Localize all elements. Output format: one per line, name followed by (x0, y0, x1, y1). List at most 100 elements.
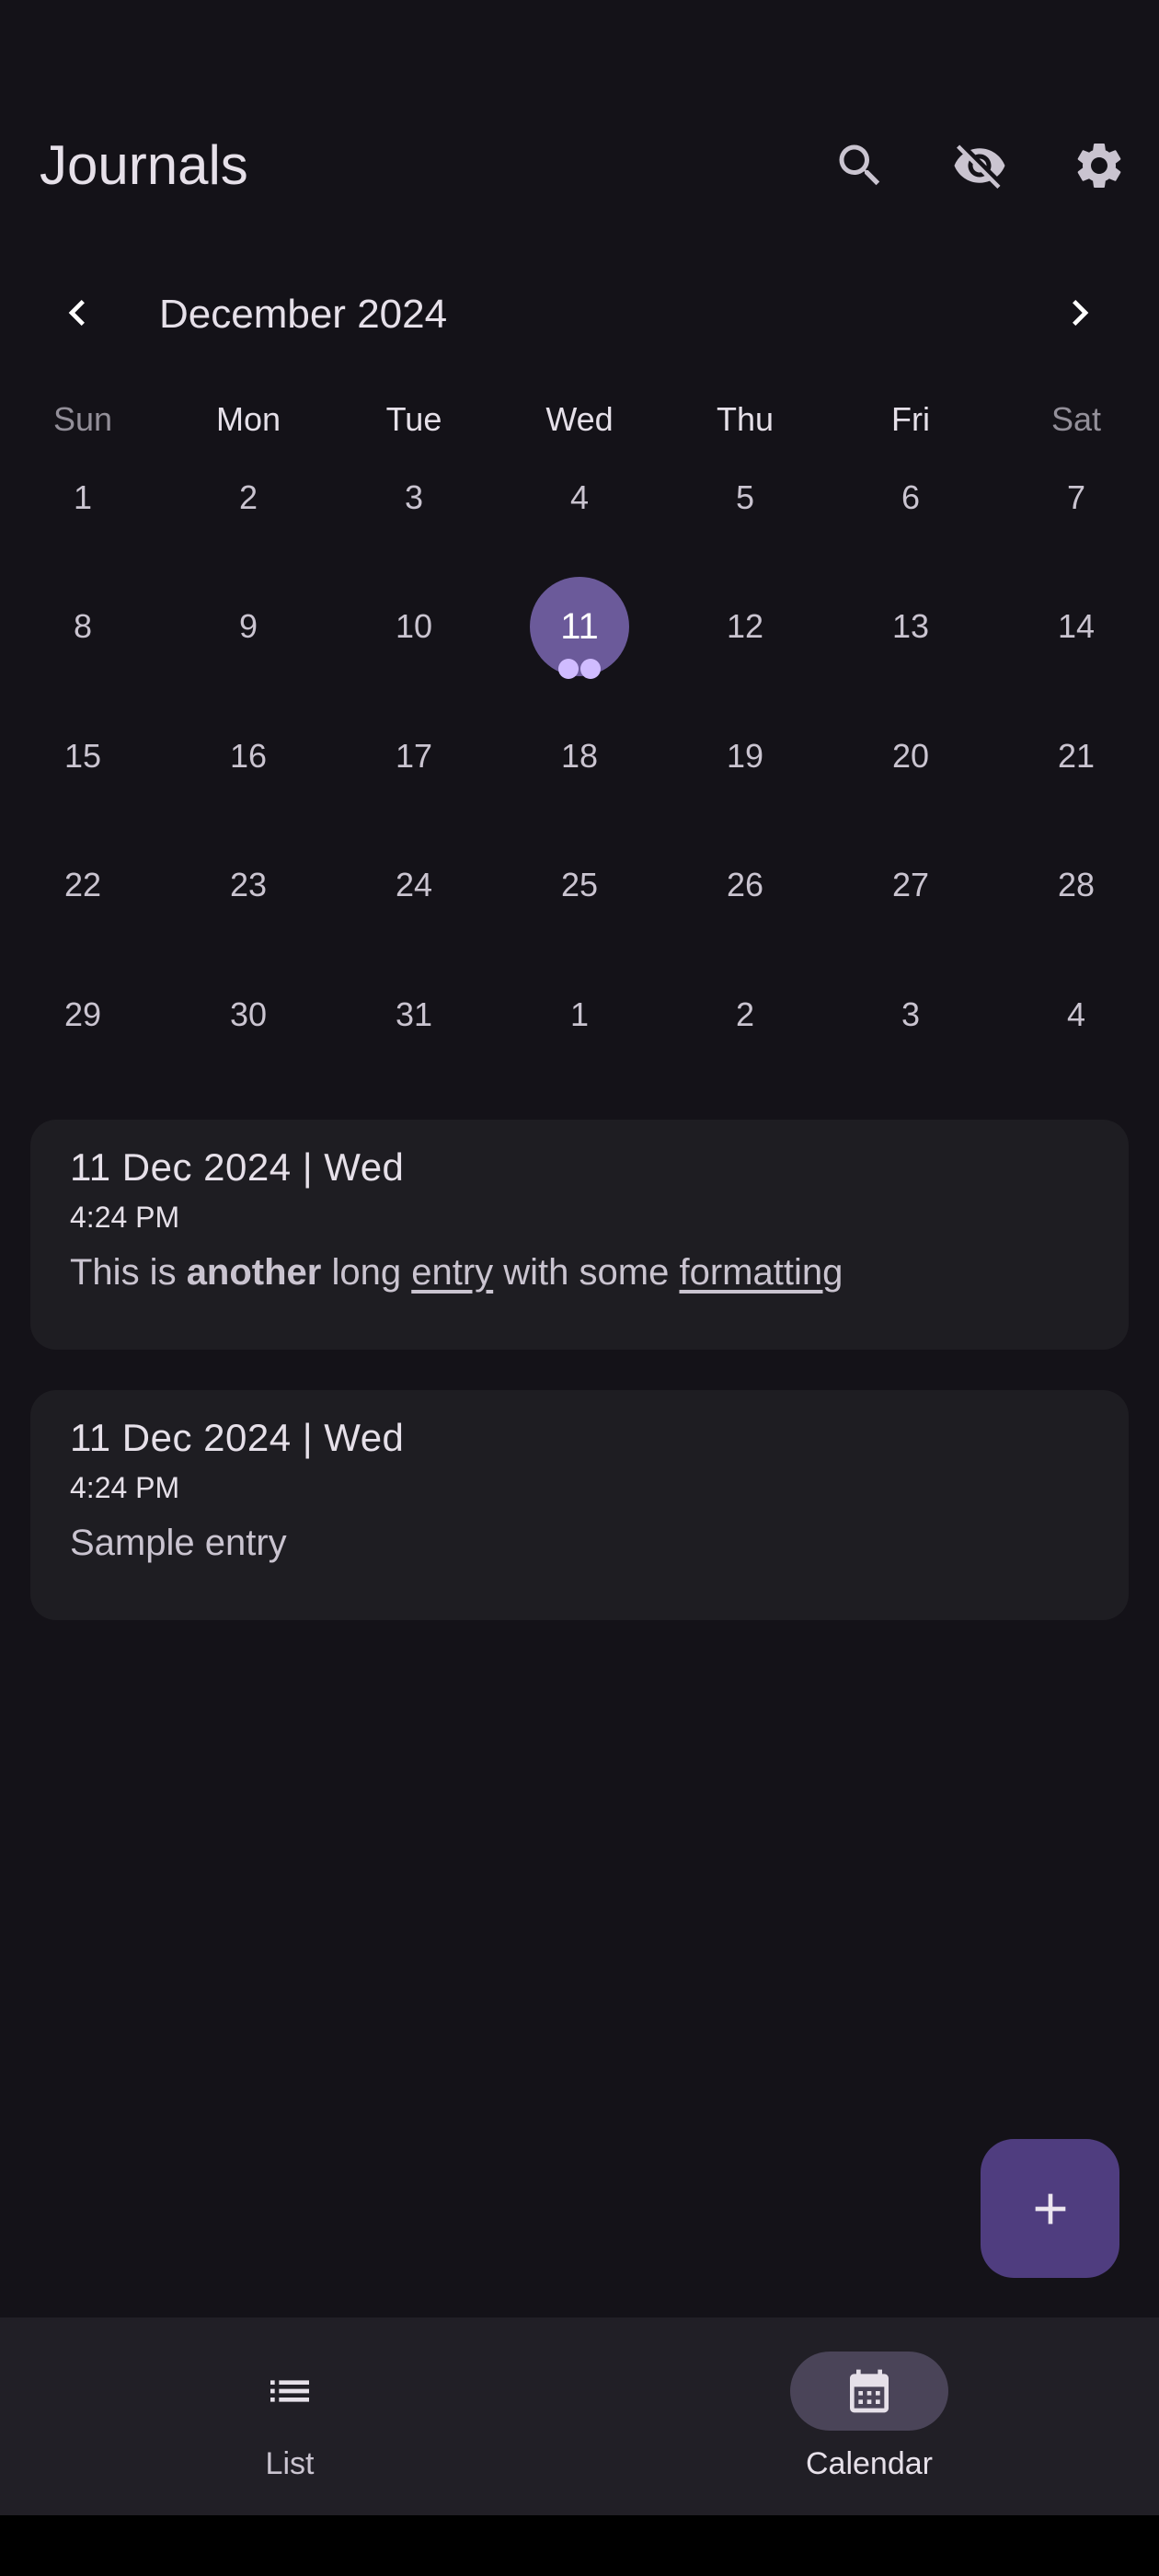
calendar-day[interactable]: 1 (497, 964, 662, 1065)
day-number: 22 (63, 866, 102, 903)
chevron-left-icon (68, 300, 85, 326)
app-title: Journals (40, 134, 248, 196)
day-number: 19 (726, 737, 764, 775)
day-number: 23 (229, 866, 268, 903)
calendar-day[interactable]: 27 (828, 834, 993, 936)
calendar-day[interactable]: 7 (993, 447, 1159, 548)
nav-label: Calendar (806, 2446, 933, 2481)
day-number: 29 (63, 995, 102, 1033)
calendar-day[interactable]: 29 (0, 964, 166, 1065)
calendar-day[interactable]: 2 (662, 964, 828, 1065)
month-navigation: December 2024 (0, 276, 1159, 350)
nav-indicator-active (790, 2352, 948, 2431)
calendar-day[interactable]: 1 (0, 447, 166, 548)
nav-item-calendar[interactable]: Calendar (580, 2317, 1159, 2515)
calendar-icon (850, 2369, 889, 2413)
calendar-day[interactable]: 9 (166, 576, 331, 677)
weekday-label: Mon (215, 400, 281, 438)
day-number: 16 (229, 737, 268, 775)
calendar-day[interactable]: 23 (166, 834, 331, 936)
calendar-day[interactable]: 4 (993, 964, 1159, 1065)
weekday-label: Thu (716, 400, 775, 438)
calendar-day[interactable]: 19 (662, 706, 828, 807)
calendar-day[interactable]: 21 (993, 706, 1159, 807)
calendar-day[interactable]: 4 (497, 447, 662, 548)
list-icon (270, 2380, 309, 2402)
top-app-bar: Journals (0, 110, 1159, 221)
day-number: 17 (395, 737, 433, 775)
day-number: 1 (73, 478, 93, 516)
weekday-label: Sun (52, 400, 113, 438)
day-number: 11 (560, 606, 599, 647)
day-number: 4 (1066, 995, 1086, 1033)
entry-body-bold: another (186, 1252, 322, 1293)
previous-month-button[interactable] (44, 280, 110, 346)
calendar-day[interactable]: 24 (331, 834, 497, 936)
calendar-day[interactable]: 5 (662, 447, 828, 548)
day-number: 14 (1057, 607, 1096, 645)
calendar-day[interactable]: 18 (497, 706, 662, 807)
calendar-day[interactable]: 16 (166, 706, 331, 807)
day-number: 5 (735, 478, 755, 516)
calendar-day-selected[interactable]: 11 (497, 576, 662, 679)
entry-date: 11 Dec 2024 | Wed (70, 1416, 405, 1459)
entry-body: Sample entry (70, 1523, 287, 1563)
day-number: 31 (395, 995, 433, 1033)
calendar-day[interactable]: 30 (166, 964, 331, 1065)
calendar-day[interactable]: 26 (662, 834, 828, 936)
calendar-day[interactable]: 3 (331, 447, 497, 548)
visibility-toggle-button[interactable] (947, 133, 1012, 198)
calendar-day[interactable]: 3 (828, 964, 993, 1065)
nav-item-list[interactable]: List (0, 2317, 580, 2515)
calendar-day[interactable]: 10 (331, 576, 497, 677)
calendar-day[interactable]: 25 (497, 834, 662, 936)
calendar-day[interactable]: 14 (993, 576, 1159, 677)
add-entry-button[interactable] (981, 2139, 1119, 2278)
weekday-header: Sun Mon Tue Wed Thu Fri Sat (0, 396, 1159, 443)
calendar-day[interactable]: 8 (0, 576, 166, 677)
journal-entry-card[interactable]: 11 Dec 2024 | Wed 4:24 PM Sample entry (30, 1390, 1129, 1620)
nav-indicator (211, 2352, 369, 2431)
search-button[interactable] (828, 133, 892, 198)
day-number: 13 (891, 607, 930, 645)
entry-time: 4:24 PM (70, 1201, 180, 1234)
day-number: 12 (726, 607, 764, 645)
plus-icon (1035, 2193, 1065, 2224)
day-number: 7 (1066, 478, 1086, 516)
entry-time: 4:24 PM (70, 1471, 180, 1504)
calendar-day[interactable]: 6 (828, 447, 993, 548)
entry-body-text: long (321, 1252, 412, 1293)
day-number: 21 (1057, 737, 1096, 775)
calendar-day[interactable]: 17 (331, 706, 497, 807)
weekday-label: Fri (891, 400, 930, 438)
weekday-label: Tue (385, 400, 442, 438)
calendar-day[interactable]: 12 (662, 576, 828, 677)
entry-date: 11 Dec 2024 | Wed (70, 1145, 405, 1189)
calendar-day[interactable]: 31 (331, 964, 497, 1065)
gear-icon (1077, 144, 1121, 188)
next-month-button[interactable] (1047, 280, 1113, 346)
journals-app: Journals December 2024 Sun Mon Tue Wed T… (0, 0, 1159, 2576)
day-number: 8 (73, 607, 93, 645)
calendar-day[interactable]: 15 (0, 706, 166, 807)
chevron-right-icon (1073, 300, 1089, 326)
day-number: 2 (735, 995, 755, 1033)
day-number: 4 (569, 478, 590, 516)
journal-entry-card[interactable]: 11 Dec 2024 | Wed 4:24 PM This is anothe… (30, 1120, 1129, 1350)
day-number: 27 (891, 866, 930, 903)
month-label: December 2024 (159, 292, 448, 337)
calendar-day[interactable]: 20 (828, 706, 993, 807)
settings-button[interactable] (1067, 133, 1131, 198)
entry-body-text: This is (70, 1252, 187, 1293)
calendar-day[interactable]: 22 (0, 834, 166, 936)
calendar-day[interactable]: 13 (828, 576, 993, 677)
visibility-off-icon (954, 144, 1005, 189)
weekday-label: Sat (1050, 400, 1102, 438)
day-number: 9 (238, 607, 258, 645)
calendar-day[interactable]: 28 (993, 834, 1159, 936)
day-number: 2 (238, 478, 258, 516)
entry-dot (580, 659, 601, 679)
entry-body-text: with some (493, 1252, 680, 1293)
entry-indicator-dots (497, 659, 662, 681)
calendar-day[interactable]: 2 (166, 447, 331, 548)
